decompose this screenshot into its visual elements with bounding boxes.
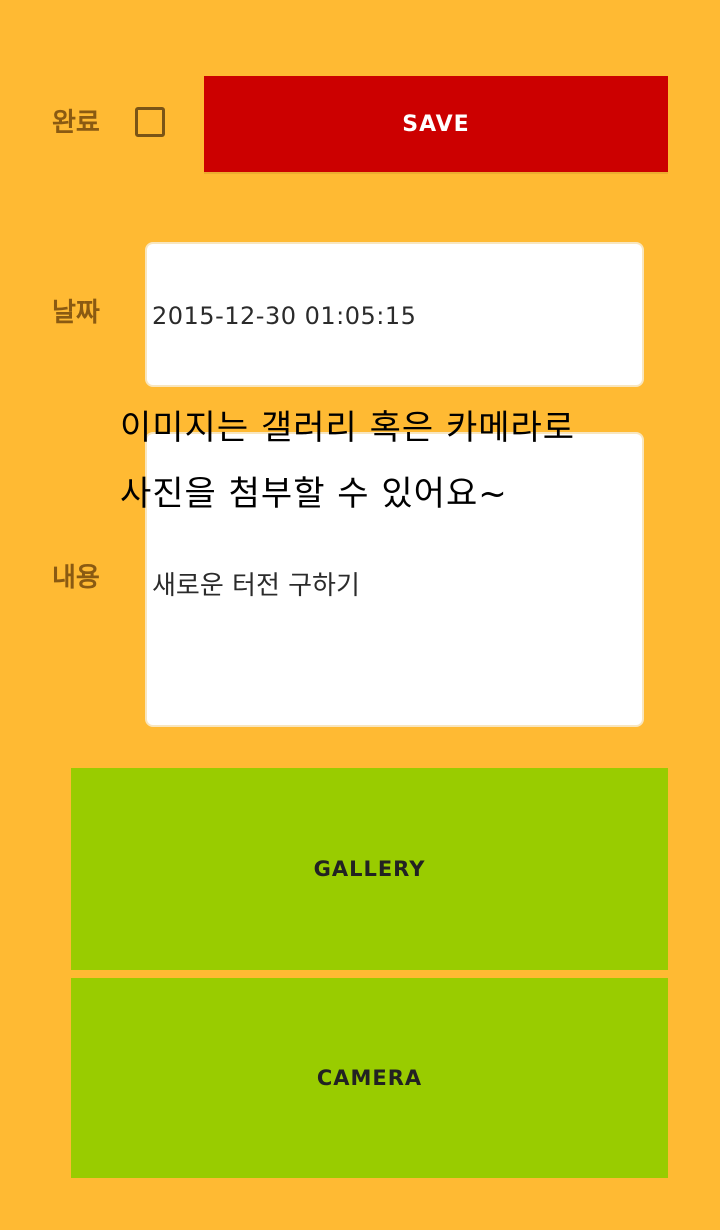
done-checkbox[interactable] [135, 107, 165, 137]
image-hint-line-2: 사진을 첨부할 수 있어요~ [120, 474, 508, 514]
camera-button[interactable]: CAMERA [71, 978, 668, 1178]
date-label: 날짜 [52, 298, 100, 328]
image-hint-line-1: 이미지는 갤러리 혹은 카메라로 [120, 408, 576, 448]
content-label: 내용 [52, 563, 100, 593]
save-button[interactable]: SAVE [204, 76, 668, 172]
date-value: 2015-12-30 01:05:15 [152, 302, 417, 330]
content-value: 새로운 터전 구하기 [152, 571, 360, 601]
done-label: 완료 [52, 108, 100, 138]
gallery-button[interactable]: GALLERY [71, 768, 668, 970]
